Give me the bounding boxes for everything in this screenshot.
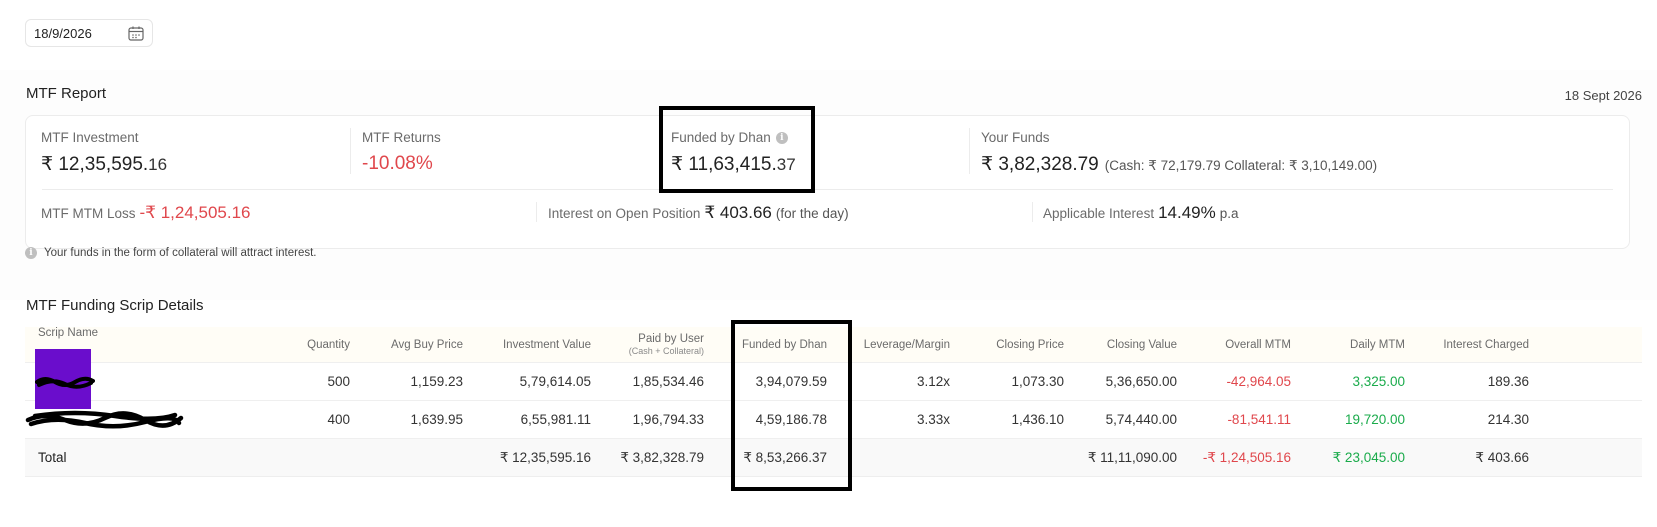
redaction-scribble bbox=[35, 376, 95, 389]
cell-overall-mtm: -81,541.11 bbox=[1227, 412, 1291, 427]
redaction-scribble bbox=[25, 410, 184, 429]
interest-open-label: Interest on Open Position bbox=[548, 206, 701, 221]
interest-open-position: Interest on Open Position ₹ 403.66 (for th… bbox=[548, 203, 849, 223]
collateral-notice: i Your funds in the form of collateral w… bbox=[25, 247, 317, 259]
col-daily-mtm[interactable]: Daily MTM bbox=[1299, 327, 1405, 362]
cell-closing-value: 5,36,650.00 bbox=[1105, 374, 1177, 389]
cell-overall-mtm: -42,964.05 bbox=[1226, 374, 1291, 389]
report-date: 18 Sept 2026 bbox=[1564, 88, 1642, 103]
calendar-icon[interactable] bbox=[128, 26, 144, 41]
total-label: Total bbox=[38, 450, 67, 465]
total-overall-mtm: -₹ 1,24,505.16 bbox=[1202, 449, 1291, 465]
mtm-loss-value: -₹ 1,24,505.16 bbox=[139, 203, 251, 222]
applicable-interest-label: Applicable Interest bbox=[1043, 206, 1155, 221]
your-funds-breakdown: (Cash: ₹ 72,179.79 Collateral: ₹ 3,10,14… bbox=[1104, 158, 1378, 173]
cell-quantity: 400 bbox=[327, 412, 350, 427]
interest-open-note: (for the day) bbox=[775, 206, 849, 221]
annotation-box-funded-summary bbox=[659, 106, 815, 193]
mtf-investment-label: MTF Investment bbox=[41, 130, 139, 145]
mtf-report-title: MTF Report bbox=[26, 85, 107, 102]
cell-avg-buy-price: 1,159.23 bbox=[410, 374, 463, 389]
total-paid-by-user: ₹ 3,82,328.79 bbox=[620, 449, 704, 465]
cell-leverage: 3.12x bbox=[916, 374, 950, 389]
cell-quantity: 500 bbox=[327, 374, 350, 389]
cell-closing-value: 5,74,440.00 bbox=[1105, 412, 1177, 427]
cell-investment-value: 5,79,614.05 bbox=[519, 374, 591, 389]
applicable-interest-value: 14.49% bbox=[1158, 203, 1216, 222]
cell-leverage: 3.33x bbox=[916, 412, 950, 427]
col-paid-by-user[interactable]: Paid by User (Cash + Collateral) bbox=[599, 327, 704, 362]
your-funds-label: Your Funds bbox=[981, 130, 1050, 145]
cell-interest-charged: 189.36 bbox=[1487, 374, 1529, 389]
col-leverage-margin[interactable]: Leverage/Margin bbox=[835, 327, 950, 362]
cell-closing-price: 1,073.30 bbox=[1011, 374, 1064, 389]
date-value: 18/9/2026 bbox=[34, 25, 92, 41]
collateral-notice-text: Your funds in the form of collateral wil… bbox=[44, 247, 317, 259]
col-investment-value[interactable]: Investment Value bbox=[471, 327, 591, 362]
date-picker[interactable]: 18/9/2026 bbox=[25, 19, 153, 47]
scrip-details-title: MTF Funding Scrip Details bbox=[26, 297, 204, 314]
cell-daily-mtm: 19,720.00 bbox=[1344, 412, 1405, 427]
cell-paid-by-user: 1,85,534.46 bbox=[632, 374, 704, 389]
total-closing-value: ₹ 11,11,090.00 bbox=[1087, 449, 1177, 465]
col-interest-charged[interactable]: Interest Charged bbox=[1413, 327, 1529, 362]
mtm-loss: MTF MTM Loss -₹ 1,24,505.16 bbox=[41, 203, 251, 223]
mtm-loss-label: MTF MTM Loss bbox=[41, 206, 136, 221]
col-overall-mtm[interactable]: Overall MTM bbox=[1185, 327, 1291, 362]
total-interest-charged: ₹ 403.66 bbox=[1475, 449, 1529, 465]
mtf-returns-label: MTF Returns bbox=[362, 130, 441, 145]
cell-paid-by-user: 1,96,794.33 bbox=[632, 412, 704, 427]
col-avg-buy-price[interactable]: Avg Buy Price bbox=[358, 327, 463, 362]
cell-daily-mtm: 3,325.00 bbox=[1352, 374, 1405, 389]
cell-interest-charged: 214.30 bbox=[1487, 412, 1529, 427]
col-closing-value[interactable]: Closing Value bbox=[1072, 327, 1177, 362]
your-funds: Your Funds ₹ 3,82,328.79 (Cash: ₹ 72,179.… bbox=[981, 130, 1377, 176]
mtf-investment-value: ₹ 12,35,595.16 bbox=[41, 154, 168, 175]
applicable-interest: Applicable Interest 14.49% p.a bbox=[1043, 203, 1239, 223]
cell-closing-price: 1,436.10 bbox=[1011, 412, 1064, 427]
applicable-interest-unit: p.a bbox=[1219, 206, 1239, 221]
total-investment: ₹ 12,35,595.16 bbox=[499, 449, 591, 465]
mtf-returns-value: -10.08% bbox=[362, 153, 433, 174]
annotation-box-funded-column bbox=[731, 320, 852, 491]
mtf-investment: MTF Investment ₹ 12,35,595.16 bbox=[41, 130, 167, 176]
cell-avg-buy-price: 1,639.95 bbox=[410, 412, 463, 427]
mtf-returns: MTF Returns -10.08% bbox=[362, 130, 441, 175]
cell-investment-value: 6,55,981.11 bbox=[520, 412, 591, 427]
total-daily-mtm: ₹ 23,045.00 bbox=[1332, 449, 1405, 465]
summary-card: MTF Investment ₹ 12,35,595.16 MTF Return… bbox=[25, 115, 1630, 249]
your-funds-value: ₹ 3,82,328.79 (Cash: ₹ 72,179.79 Collater… bbox=[981, 154, 1378, 175]
col-closing-price[interactable]: Closing Price bbox=[958, 327, 1064, 362]
interest-open-value: ₹ 403.66 bbox=[704, 203, 772, 222]
info-icon: i bbox=[25, 247, 37, 259]
col-quantity[interactable]: Quantity bbox=[245, 327, 350, 362]
